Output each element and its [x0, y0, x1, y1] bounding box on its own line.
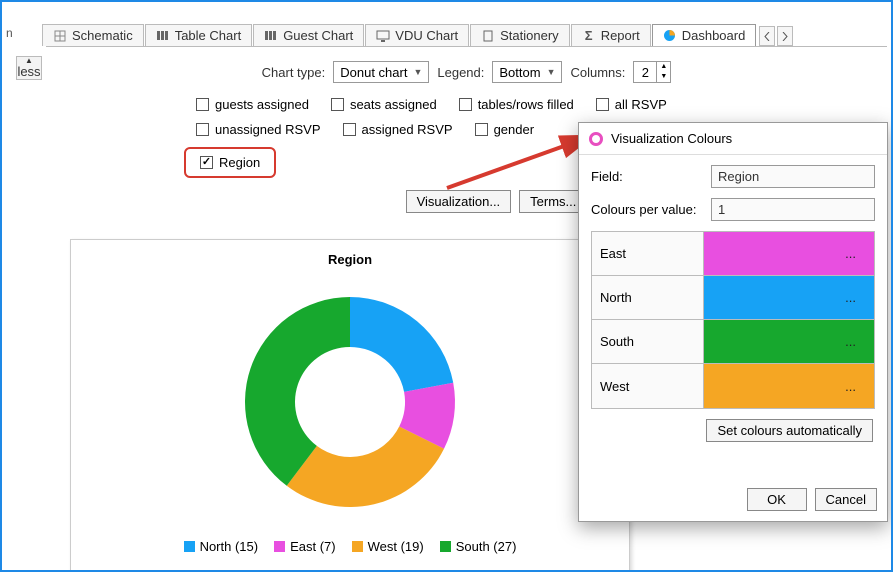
tab-vdu-chart[interactable]: VDU Chart — [365, 24, 469, 46]
chk-region[interactable]: Region — [200, 155, 260, 170]
chk-gender[interactable]: gender — [475, 122, 534, 137]
chart-type-label: Chart type: — [262, 65, 326, 80]
tab-report[interactable]: Σ Report — [571, 24, 651, 46]
colour-swatch-east[interactable]: ... — [704, 232, 874, 275]
colours-per-value-input[interactable]: 1 — [711, 198, 875, 221]
tab-strip: Schematic Table Chart Guest Chart VDU Ch… — [42, 22, 885, 46]
colour-row-name: West — [592, 364, 704, 408]
columns-value: 2 — [634, 65, 656, 80]
less-button[interactable]: ▲ less — [16, 56, 42, 80]
legend-west: West (19) — [352, 539, 424, 554]
colour-row-name: East — [592, 232, 704, 275]
set-colours-automatically-button[interactable]: Set colours automatically — [706, 419, 873, 442]
tab-label: Schematic — [72, 28, 133, 43]
ok-button[interactable]: OK — [747, 488, 807, 511]
tab-label: Stationery — [500, 28, 559, 43]
spin-down[interactable]: ▼ — [657, 72, 670, 82]
truncated-tab: n — [6, 26, 13, 40]
chk-all-rsvp[interactable]: all RSVP — [596, 97, 667, 112]
tab-nav-next[interactable] — [777, 26, 793, 46]
tab-label: Dashboard — [682, 28, 746, 43]
cancel-button[interactable]: Cancel — [815, 488, 877, 511]
chart-legend: North (15) East (7) West (19) South (27) — [71, 539, 629, 554]
chart-title: Region — [71, 252, 629, 267]
chk-assigned-rsvp[interactable]: assigned RSVP — [343, 122, 453, 137]
colour-swatch-west[interactable]: ... — [704, 364, 874, 408]
caret-down-icon: ▼ — [547, 67, 556, 77]
tab-nav-prev[interactable] — [759, 26, 775, 46]
donut-chart — [71, 277, 629, 527]
tab-guest-chart[interactable]: Guest Chart — [253, 24, 364, 46]
schematic-icon — [53, 29, 67, 43]
colour-row-name: South — [592, 320, 704, 363]
legend-select[interactable]: Bottom ▼ — [492, 61, 562, 83]
chart-type-value: Donut chart — [340, 65, 407, 80]
less-label: less — [17, 64, 40, 79]
region-highlight: Region — [184, 147, 276, 178]
colour-swatch-south[interactable]: ... — [704, 320, 874, 363]
columns-label: Columns: — [570, 65, 625, 80]
tab-label: Guest Chart — [283, 28, 353, 43]
colours-per-value-label: Colours per value: — [591, 202, 711, 217]
pie-icon — [663, 29, 677, 43]
tab-stationery[interactable]: Stationery — [470, 24, 570, 46]
tab-label: Report — [601, 28, 640, 43]
legend-label: Legend: — [437, 65, 484, 80]
legend-east: East (7) — [274, 539, 336, 554]
tab-label: Table Chart — [175, 28, 241, 43]
spin-up[interactable]: ▲ — [657, 62, 670, 72]
tab-schematic[interactable]: Schematic — [42, 24, 144, 46]
dialog-title: Visualization Colours — [611, 131, 732, 146]
table-icon — [156, 29, 170, 43]
visualization-colours-dialog: Visualization Colours Field: Region Colo… — [578, 122, 888, 522]
chk-unassigned-rsvp[interactable]: unassigned RSVP — [196, 122, 321, 137]
field-input[interactable]: Region — [711, 165, 875, 188]
legend-north: North (15) — [184, 539, 259, 554]
caret-down-icon: ▼ — [413, 67, 422, 77]
legend-south: South (27) — [440, 539, 517, 554]
tab-label: VDU Chart — [395, 28, 458, 43]
chart-panel: Region North (15) East (7) West (19) Sou… — [70, 239, 630, 572]
sigma-icon: Σ — [582, 29, 596, 43]
field-label: Field: — [591, 169, 711, 184]
tab-table-chart[interactable]: Table Chart — [145, 24, 252, 46]
chk-guests-assigned[interactable]: guests assigned — [196, 97, 309, 112]
chk-seats-assigned[interactable]: seats assigned — [331, 97, 437, 112]
columns-spinner[interactable]: 2 ▲ ▼ — [633, 61, 671, 83]
colour-table: East ... North ... South ... West ... — [591, 231, 875, 409]
stationery-icon — [481, 29, 495, 43]
colour-swatch-north[interactable]: ... — [704, 276, 874, 319]
monitor-icon — [376, 29, 390, 43]
guest-icon — [264, 29, 278, 43]
colour-row-name: North — [592, 276, 704, 319]
dialog-titlebar[interactable]: Visualization Colours — [579, 123, 887, 155]
ring-icon — [589, 132, 603, 146]
chk-tables-rows-filled[interactable]: tables/rows filled — [459, 97, 574, 112]
tab-dashboard[interactable]: Dashboard — [652, 24, 757, 46]
visualization-button[interactable]: Visualization... — [406, 190, 512, 213]
chart-type-select[interactable]: Donut chart ▼ — [333, 61, 429, 83]
legend-value: Bottom — [499, 65, 540, 80]
